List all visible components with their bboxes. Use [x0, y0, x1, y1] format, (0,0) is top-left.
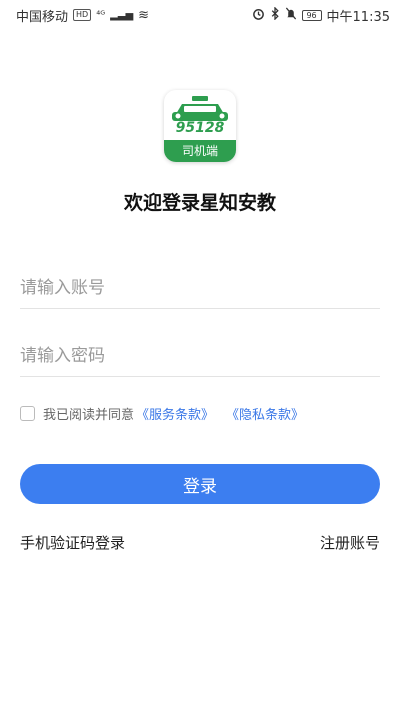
service-terms-link[interactable]: 《服务条款》 — [136, 404, 214, 423]
alarm-icon — [252, 7, 265, 24]
password-input[interactable] — [20, 336, 380, 376]
wifi-icon: ≋ — [138, 7, 150, 23]
bluetooth-icon — [270, 5, 280, 24]
status-time: 中午11:35 — [326, 9, 390, 25]
privacy-terms-link[interactable]: 《隐私条款》 — [226, 404, 304, 423]
login-button[interactable]: 登录 — [20, 464, 380, 504]
agreement-checkbox[interactable] — [20, 406, 35, 421]
account-input[interactable] — [20, 268, 380, 308]
page-title: 欢迎登录星知安教 — [123, 192, 276, 214]
mute-icon — [285, 7, 297, 24]
status-left: 中国移动 HD ⁴ᴳ ▂▃▅ ≋ — [16, 6, 149, 25]
agreement-text: 我已阅读并同意 — [43, 408, 135, 423]
status-right: 96 中午11:35 — [252, 5, 390, 25]
status-bar: 中国移动 HD ⁴ᴳ ▂▃▅ ≋ 96 中午11:35 — [0, 0, 400, 30]
logo-number: 95128 — [175, 120, 225, 136]
app-logo: 95128 司机端 — [164, 90, 236, 162]
password-field[interactable] — [20, 336, 380, 377]
hd-badge: HD — [73, 9, 92, 21]
battery-indicator: 96 — [301, 9, 322, 21]
network-type: ⁴ᴳ — [96, 9, 106, 21]
register-link[interactable]: 注册账号 — [320, 532, 380, 553]
agreement-row: 我已阅读并同意 《服务条款》 《隐私条款》 — [20, 404, 304, 423]
signal-icon: ▂▃▅ — [110, 9, 134, 21]
account-field[interactable] — [20, 268, 380, 309]
logo-caption: 司机端 — [164, 140, 236, 162]
sms-login-link[interactable]: 手机验证码登录 — [20, 532, 125, 553]
carrier-name: 中国移动 — [16, 9, 69, 25]
